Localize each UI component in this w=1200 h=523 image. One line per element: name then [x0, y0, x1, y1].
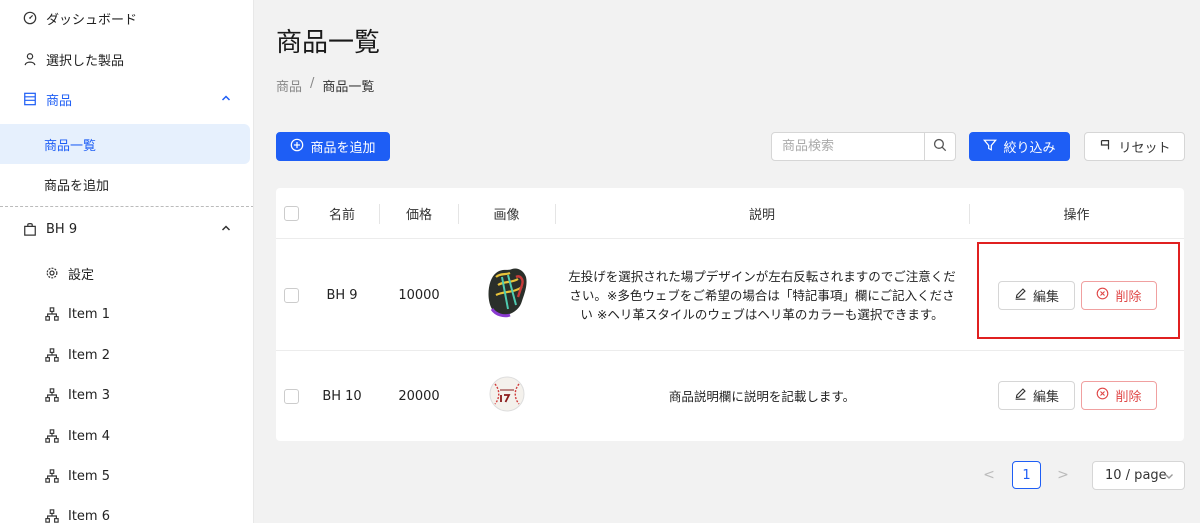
filter-button[interactable]: 絞り込み [969, 132, 1070, 161]
product-price: 10000 [398, 287, 440, 303]
header-actions: 操作 [1063, 208, 1090, 223]
breadcrumb-current: 商品一覧 [322, 80, 375, 95]
hierarchy-icon [44, 508, 60, 523]
add-product-label: 商品を追加 [310, 141, 376, 156]
hierarchy-icon [44, 347, 60, 363]
hierarchy-icon [44, 306, 60, 322]
list-icon [22, 91, 38, 107]
sidebar-item-item5[interactable]: Item 5 [0, 456, 253, 496]
product-description-cell: 左投げを選択された場プデザインが左右反転されますのでご注意ください。※多色ウェブ… [565, 239, 959, 351]
delete-button[interactable]: 削除 [1081, 381, 1157, 410]
breadcrumb-products[interactable]: 商品 [276, 76, 302, 95]
sidebar-item-label: 選択した製品 [46, 53, 125, 69]
chevron-down-icon [1163, 470, 1175, 486]
filter-icon [983, 138, 998, 156]
sidebar: ダッシュボード 選択した製品 商品 商品一覧 商品を追加 BH 9 設定 Ite… [0, 0, 254, 523]
row-checkbox[interactable] [283, 287, 299, 303]
product-description: 商品説明欄に説明を記載します。 [668, 388, 856, 404]
product-description: 左投げを選択された場プデザインが左右反転されますのでご注意ください。※多色ウェブ… [568, 268, 956, 322]
sidebar-item-label: BH 9 [46, 221, 78, 237]
sidebar-item-label: Item 5 [68, 468, 110, 484]
chevron-up-icon [220, 92, 234, 106]
sidebar-item-label: ダッシュボード [46, 12, 138, 28]
select-all-checkbox[interactable] [283, 206, 299, 221]
header-image: 画像 [493, 208, 520, 223]
product-price: 20000 [398, 388, 440, 404]
sidebar-item-bh9[interactable]: BH 9 [0, 209, 253, 249]
sidebar-item-product-list[interactable]: 商品一覧 [0, 124, 250, 164]
header-checkbox-cell [276, 188, 306, 239]
sidebar-item-label: 設定 [68, 267, 95, 283]
highlight-box [977, 242, 1180, 339]
pagination-next[interactable]: > [1051, 462, 1075, 488]
product-name: BH 10 [322, 388, 362, 404]
hierarchy-icon [44, 428, 60, 444]
hierarchy-icon [44, 387, 60, 403]
hierarchy-icon [44, 468, 60, 484]
sidebar-item-label: Item 4 [68, 428, 110, 444]
sidebar-item-label: Item 6 [68, 508, 110, 523]
search-icon [933, 138, 947, 156]
product-image-cell [458, 239, 555, 351]
pagination-page-1[interactable]: 1 [1012, 461, 1041, 489]
reset-label: リセット [1118, 141, 1171, 156]
sidebar-item-label: Item 3 [68, 387, 110, 403]
sidebar-item-label: Item 2 [68, 347, 110, 363]
filter-label: 絞り込み [1003, 141, 1056, 156]
reset-button[interactable]: リセット [1084, 132, 1185, 161]
baseball-image [487, 374, 527, 418]
sidebar-item-add-product[interactable]: 商品を追加 [0, 164, 253, 204]
undo-icon [1098, 138, 1112, 156]
page-title: 商品一覧 [276, 28, 381, 58]
sidebar-item-dashboard[interactable]: ダッシュボード [0, 0, 253, 38]
edit-button[interactable]: 編集 [998, 381, 1075, 410]
close-circle-icon [1096, 387, 1109, 404]
product-image-cell [458, 351, 555, 441]
chevron-up-icon [220, 222, 234, 236]
header-description: 説明 [748, 208, 775, 223]
sidebar-item-label: 商品 [46, 93, 73, 109]
sidebar-divider [0, 206, 253, 207]
header-price: 価格 [405, 208, 432, 223]
plus-circle-icon [290, 138, 304, 156]
sidebar-item-selected-products[interactable]: 選択した製品 [0, 39, 253, 79]
header-name: 名前 [328, 208, 355, 223]
sidebar-item-item6[interactable]: Item 6 [0, 496, 253, 523]
row-checkbox-cell [276, 351, 306, 441]
sidebar-item-item4[interactable]: Item 4 [0, 416, 253, 456]
row-checkbox[interactable] [283, 388, 299, 404]
table-row: BH 10 20000 商品説明欄に説明を記載します。 編集 削除 [276, 351, 1184, 441]
page-size-select[interactable]: 10 / page [1092, 461, 1185, 490]
pagination-prev[interactable]: < [977, 462, 1001, 488]
row-checkbox-cell [276, 239, 306, 351]
sidebar-item-label: 商品を追加 [44, 178, 110, 194]
delete-label: 削除 [1115, 390, 1142, 405]
search-button[interactable] [924, 133, 955, 160]
sidebar-item-item1[interactable]: Item 1 [0, 294, 253, 334]
bag-icon [22, 221, 38, 237]
gear-icon [44, 265, 60, 281]
product-name: BH 9 [326, 287, 358, 303]
pencil-icon [1014, 387, 1027, 404]
sidebar-item-item2[interactable]: Item 2 [0, 335, 253, 375]
dashboard-icon [22, 10, 38, 26]
product-description-cell: 商品説明欄に説明を記載します。 [565, 351, 959, 441]
add-product-button[interactable]: 商品を追加 [276, 132, 390, 161]
edit-label: 編集 [1032, 390, 1059, 405]
search-input[interactable] [772, 133, 924, 160]
sidebar-item-label: Item 1 [68, 306, 110, 322]
user-icon [22, 51, 38, 67]
breadcrumb: 商品 / 商品一覧 [276, 76, 374, 95]
search-box [771, 132, 956, 161]
glove-image [482, 265, 532, 325]
sidebar-item-label: 商品一覧 [44, 138, 97, 154]
table-header: 名前 価格 画像 説明 操作 [276, 188, 1184, 239]
sidebar-item-products[interactable]: 商品 [0, 79, 253, 119]
sidebar-item-settings[interactable]: 設定 [0, 253, 253, 293]
sidebar-item-item3[interactable]: Item 3 [0, 375, 253, 415]
page-size-value: 10 / page [1105, 468, 1167, 483]
breadcrumb-separator: / [310, 76, 315, 91]
